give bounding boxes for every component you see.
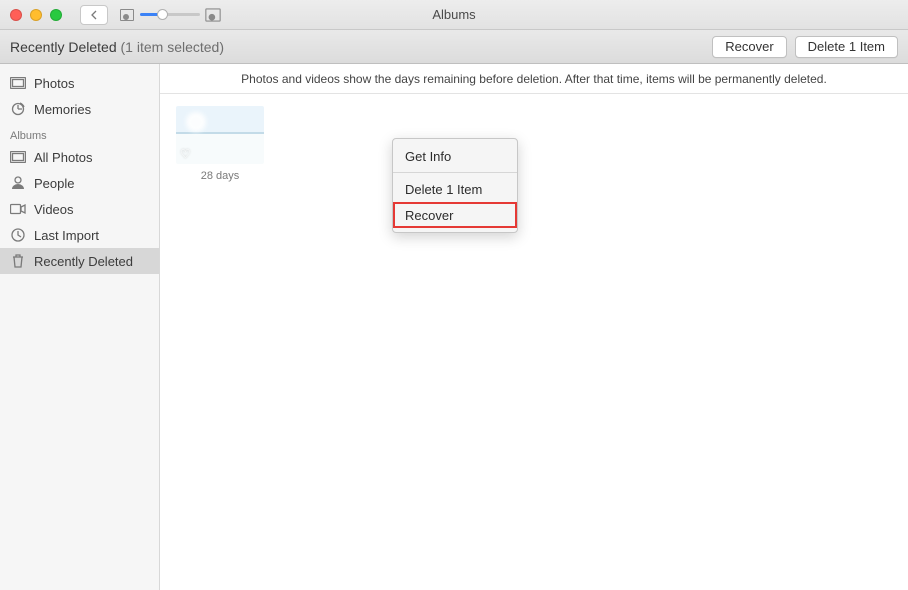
zoom-small-icon	[120, 9, 134, 21]
photo-thumbnail[interactable]: ♡	[176, 106, 264, 164]
back-button[interactable]	[80, 5, 108, 25]
sidebar-item-label: People	[34, 176, 74, 191]
thumbnail-zoom-control[interactable]	[120, 9, 220, 21]
all-photos-icon	[10, 150, 26, 164]
chevron-left-icon	[90, 10, 98, 20]
toolbar: Recently Deleted (1 item selected) Recov…	[0, 30, 908, 64]
sidebar-item-last-import[interactable]: Last Import	[0, 222, 159, 248]
photo-item[interactable]: ♡ 28 days	[176, 106, 264, 182]
breadcrumb-title: Recently Deleted	[10, 39, 117, 55]
sidebar-item-people[interactable]: People	[0, 170, 159, 196]
context-menu-delete[interactable]: Delete 1 Item	[393, 176, 517, 202]
minimize-window-button[interactable]	[30, 9, 42, 21]
deletion-notice: Photos and videos show the days remainin…	[160, 64, 908, 94]
context-menu-separator	[393, 172, 517, 173]
days-remaining-label: 28 days	[201, 170, 240, 182]
sidebar-item-label: Recently Deleted	[34, 254, 133, 269]
context-menu: Get Info Delete 1 Item Recover	[392, 138, 518, 233]
delete-button[interactable]: Delete 1 Item	[795, 36, 898, 58]
sidebar-item-label: Memories	[34, 102, 91, 117]
photo-grid: ♡ 28 days	[160, 94, 908, 194]
sidebar-item-label: Photos	[34, 76, 74, 91]
sidebar-item-videos[interactable]: Videos	[0, 196, 159, 222]
sidebar-item-label: Last Import	[34, 228, 99, 243]
photos-icon	[10, 76, 26, 90]
recover-button[interactable]: Recover	[712, 36, 786, 58]
zoom-large-icon	[205, 8, 220, 21]
favorite-heart-icon: ♡	[180, 147, 191, 161]
memories-icon	[10, 102, 26, 116]
zoom-slider[interactable]	[140, 13, 200, 16]
sidebar-item-label: All Photos	[34, 150, 93, 165]
sidebar-item-label: Videos	[34, 202, 74, 217]
maximize-window-button[interactable]	[50, 9, 62, 21]
context-menu-recover[interactable]: Recover	[393, 202, 517, 228]
zoom-slider-thumb[interactable]	[157, 9, 168, 20]
window-title: Albums	[432, 7, 475, 22]
sidebar-item-all-photos[interactable]: All Photos	[0, 144, 159, 170]
selection-count: (1 item selected)	[121, 39, 224, 55]
sidebar-item-photos[interactable]: Photos	[0, 70, 159, 96]
breadcrumb: Recently Deleted (1 item selected)	[10, 39, 224, 55]
sidebar: Photos Memories Albums All Photos People…	[0, 64, 160, 590]
window-controls	[10, 9, 62, 21]
sidebar-item-memories[interactable]: Memories	[0, 96, 159, 122]
clock-icon	[10, 228, 26, 242]
people-icon	[10, 176, 26, 190]
content-area: Photos and videos show the days remainin…	[160, 64, 908, 590]
sidebar-item-recently-deleted[interactable]: Recently Deleted	[0, 248, 159, 274]
trash-icon	[10, 254, 26, 268]
context-menu-get-info[interactable]: Get Info	[393, 143, 517, 169]
titlebar: Albums	[0, 0, 908, 30]
sidebar-section-albums: Albums	[0, 122, 159, 144]
videos-icon	[10, 202, 26, 216]
close-window-button[interactable]	[10, 9, 22, 21]
